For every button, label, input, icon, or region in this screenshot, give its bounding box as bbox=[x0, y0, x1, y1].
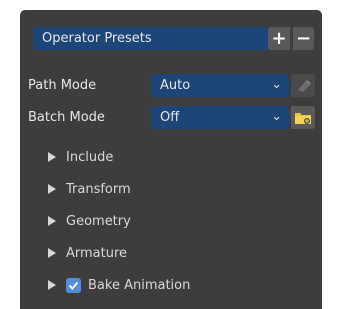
embed-textures-toggle[interactable] bbox=[291, 74, 315, 97]
remove-preset-button[interactable]: − bbox=[293, 27, 314, 50]
path-mode-value: Auto bbox=[160, 78, 191, 93]
expand-arrow-icon bbox=[48, 280, 56, 290]
include-label: Include bbox=[66, 149, 114, 165]
batch-folder-button[interactable] bbox=[291, 106, 315, 129]
bake-animation-checkbox[interactable] bbox=[66, 277, 81, 293]
minus-icon: − bbox=[295, 27, 312, 49]
geometry-label: Geometry bbox=[66, 213, 131, 229]
bake-animation-section[interactable]: Bake Animation bbox=[48, 275, 190, 295]
path-mode-dropdown[interactable]: Auto ⌄ bbox=[151, 74, 289, 97]
expand-arrow-icon bbox=[48, 184, 56, 194]
add-preset-button[interactable]: + bbox=[268, 27, 290, 50]
embed-textures-icon bbox=[298, 80, 311, 92]
transform-label: Transform bbox=[66, 181, 131, 197]
armature-label: Armature bbox=[66, 245, 128, 261]
export-options-panel: Operator Presets ⌄ + − Path Mode Auto ⌄ … bbox=[20, 10, 322, 309]
chevron-down-icon: ⌄ bbox=[271, 77, 282, 92]
expand-arrow-icon bbox=[48, 248, 56, 258]
batch-mode-label: Batch Mode bbox=[28, 110, 105, 125]
armature-section[interactable]: Armature bbox=[48, 243, 127, 263]
bake-animation-label: Bake Animation bbox=[88, 277, 191, 293]
batch-mode-value: Off bbox=[160, 110, 180, 125]
plus-icon: + bbox=[271, 27, 287, 49]
include-section[interactable]: Include bbox=[48, 147, 113, 167]
expand-arrow-icon bbox=[48, 216, 56, 226]
operator-presets-dropdown[interactable]: Operator Presets ⌄ bbox=[33, 27, 288, 50]
operator-presets-label: Operator Presets bbox=[42, 31, 152, 46]
geometry-section[interactable]: Geometry bbox=[48, 211, 131, 231]
chevron-down-icon: ⌄ bbox=[271, 109, 282, 124]
path-mode-label: Path Mode bbox=[28, 78, 97, 93]
expand-arrow-icon bbox=[48, 152, 56, 162]
folder-icon bbox=[295, 113, 311, 124]
batch-mode-dropdown[interactable]: Off ⌄ bbox=[151, 106, 289, 129]
transform-section[interactable]: Transform bbox=[48, 179, 131, 199]
checkmark-icon bbox=[68, 281, 79, 290]
